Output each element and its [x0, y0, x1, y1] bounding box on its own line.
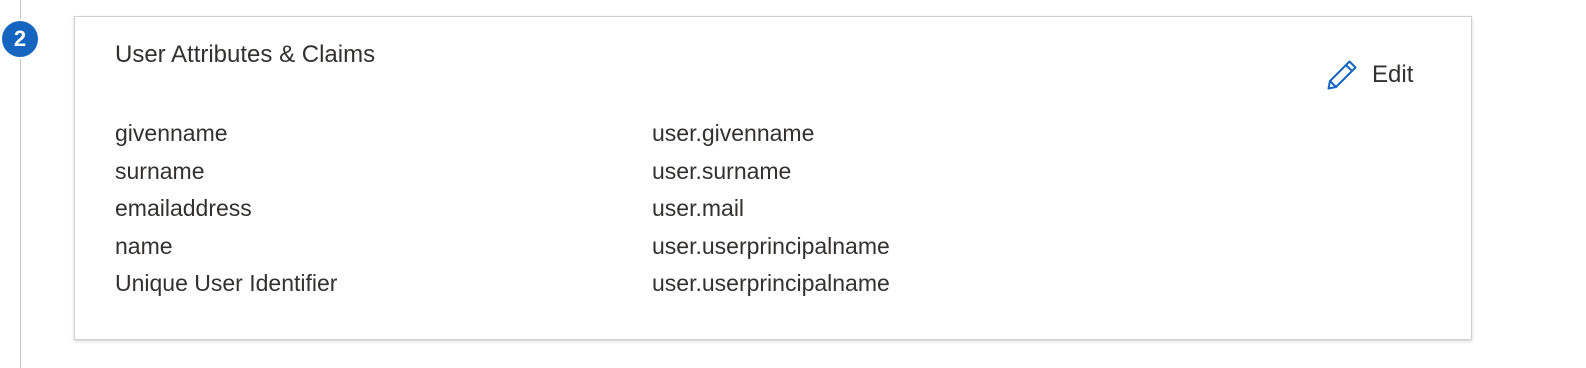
claim-name: emailaddress — [115, 195, 252, 222]
claim-value: user.userprincipalname — [652, 270, 890, 297]
claim-name: name — [115, 232, 173, 259]
user-attributes-claims-card: User Attributes & Claims Edit givenname … — [74, 16, 1472, 340]
edit-button[interactable]: Edit — [1325, 57, 1413, 93]
claim-value: user.userprincipalname — [652, 232, 890, 259]
claim-row: givenname user.givenname — [115, 115, 1315, 153]
section-title: User Attributes & Claims — [115, 41, 376, 68]
claim-row: surname user.surname — [115, 153, 1315, 191]
claim-name: Unique User Identifier — [115, 270, 338, 297]
claim-value: user.givenname — [652, 120, 815, 146]
claims-list: givenname user.givenname surname user.su… — [115, 115, 1315, 303]
claim-row: Unique User Identifier user.userprincipa… — [115, 265, 1315, 303]
pencil-icon — [1325, 58, 1359, 92]
step-number-badge: 2 — [0, 19, 40, 59]
claim-row: name user.userprincipalname — [115, 228, 1315, 266]
claim-name: surname — [115, 157, 205, 184]
claim-value: user.surname — [652, 157, 792, 184]
edit-label: Edit — [1372, 61, 1414, 88]
claim-row: emailaddress user.mail — [115, 190, 1315, 228]
claim-value: user.mail — [652, 195, 745, 222]
claim-name: givenname — [115, 120, 228, 146]
